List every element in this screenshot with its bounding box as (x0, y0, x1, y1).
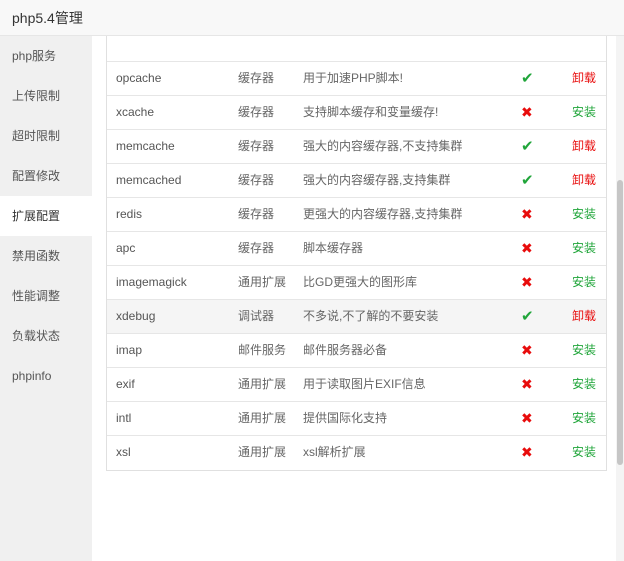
sidebar-item-phpinfo[interactable]: phpinfo (0, 356, 92, 396)
sidebar-item-performance[interactable]: 性能调整 (0, 276, 92, 316)
extension-name: memcached (116, 173, 182, 187)
scrollbar[interactable] (616, 36, 624, 561)
uninstall-link[interactable]: 卸载 (572, 62, 596, 95)
extension-name: opcache (116, 71, 162, 85)
extension-type: 通用扩展 (238, 377, 287, 391)
uninstall-link[interactable]: 卸载 (572, 300, 596, 333)
extension-type: 调试器 (238, 309, 275, 323)
extension-type: 缓存器 (238, 71, 275, 85)
install-link[interactable]: 安装 (572, 96, 596, 129)
table-row: imagemagick 通用扩展 比GD更强大的图形库 ✖ 安装 (107, 265, 606, 299)
scroll-thumb[interactable] (617, 180, 623, 465)
extension-name: xdebug (116, 309, 156, 323)
sidebar-item-disabled-functions[interactable]: 禁用函数 (0, 236, 92, 276)
install-link[interactable]: 安装 (572, 334, 596, 367)
extension-name: memcache (116, 139, 175, 153)
cross-icon: ✖ (521, 274, 533, 290)
install-link[interactable]: 安装 (572, 266, 596, 299)
sidebar-item-extensions[interactable]: 扩展配置 (0, 196, 92, 236)
sidebar-item-php-service[interactable]: php服务 (0, 36, 92, 76)
extension-name: intl (116, 411, 132, 425)
extension-description: 不多说,不了解的不要安装 (303, 309, 439, 323)
cross-icon: ✖ (521, 342, 533, 358)
check-icon: ✔ (521, 138, 534, 155)
cross-icon: ✖ (521, 104, 533, 120)
extension-description: 更强大的内容缓存器,支持集群 (303, 207, 463, 221)
extension-type: 通用扩展 (238, 275, 287, 289)
extension-name: exif (116, 377, 135, 391)
table-row: redis 缓存器 更强大的内容缓存器,支持集群 ✖ 安装 (107, 197, 606, 231)
table-row: opcache 缓存器 用于加速PHP脚本! ✔ 卸载 (107, 61, 606, 95)
extension-description: 强大的内容缓存器,支持集群 (303, 173, 451, 187)
sidebar: php服务 上传限制 超时限制 配置修改 扩展配置 禁用函数 性能调整 负载状态… (0, 36, 92, 561)
table-row: imap 邮件服务 邮件服务器必备 ✖ 安装 (107, 333, 606, 367)
extension-description: 强大的内容缓存器,不支持集群 (303, 139, 463, 153)
extension-type: 缓存器 (238, 173, 275, 187)
install-link[interactable]: 安装 (572, 436, 596, 469)
table-row: xsl 通用扩展 xsl解析扩展 ✖ 安装 (107, 435, 606, 469)
cross-icon: ✖ (521, 206, 533, 222)
table-row-partial (107, 36, 606, 61)
install-link[interactable]: 安装 (572, 198, 596, 231)
extension-description: 提供国际化支持 (303, 411, 388, 425)
sidebar-item-upload-limit[interactable]: 上传限制 (0, 76, 92, 116)
cross-icon: ✖ (521, 410, 533, 426)
check-icon: ✔ (521, 70, 534, 87)
sidebar-item-load-status[interactable]: 负载状态 (0, 316, 92, 356)
extension-name: imap (116, 343, 143, 357)
dialog-title: php5.4管理 (12, 10, 83, 26)
uninstall-link[interactable]: 卸载 (572, 130, 596, 163)
extension-name: xsl (116, 445, 131, 459)
extension-type: 缓存器 (238, 139, 275, 153)
table-row: memcached 缓存器 强大的内容缓存器,支持集群 ✔ 卸载 (107, 163, 606, 197)
extension-description: 支持脚本缓存和变量缓存! (303, 105, 439, 119)
extension-type: 缓存器 (238, 105, 275, 119)
extension-name: imagemagick (116, 275, 187, 289)
cross-icon: ✖ (521, 444, 533, 460)
extension-type: 通用扩展 (238, 445, 287, 459)
cross-icon: ✖ (521, 376, 533, 392)
sidebar-item-timeout-limit[interactable]: 超时限制 (0, 116, 92, 156)
extension-panel: opcache 缓存器 用于加速PHP脚本! ✔ 卸载 xcache 缓存器 支持脚本缓存和变… (92, 36, 624, 561)
cross-icon: ✖ (521, 240, 533, 256)
table-row: memcache 缓存器 强大的内容缓存器,不支持集群 ✔ 卸载 (107, 129, 606, 163)
extension-description: 邮件服务器必备 (303, 343, 388, 357)
check-icon: ✔ (521, 172, 534, 189)
table-row: xdebug 调试器 不多说,不了解的不要安装 ✔ 卸载 (107, 299, 606, 333)
extension-description: 用于加速PHP脚本! (303, 71, 404, 85)
table-row: xcache 缓存器 支持脚本缓存和变量缓存! ✖ 安装 (107, 95, 606, 129)
extension-name: redis (116, 207, 143, 221)
install-link[interactable]: 安装 (572, 368, 596, 401)
sidebar-item-config-edit[interactable]: 配置修改 (0, 156, 92, 196)
table-row: apc 缓存器 脚本缓存器 ✖ 安装 (107, 231, 606, 265)
extension-description: 比GD更强大的图形库 (303, 275, 418, 289)
extension-table: opcache 缓存器 用于加速PHP脚本! ✔ 卸载 xcache 缓存器 支持脚本缓存和变… (106, 36, 607, 471)
extension-description: 脚本缓存器 (303, 241, 364, 255)
dialog-titlebar: php5.4管理 (0, 0, 624, 36)
check-icon: ✔ (521, 308, 534, 325)
table-row: intl 通用扩展 提供国际化支持 ✖ 安装 (107, 401, 606, 435)
uninstall-link[interactable]: 卸载 (572, 164, 596, 197)
extension-name: xcache (116, 105, 155, 119)
extension-description: 用于读取图片EXIF信息 (303, 377, 426, 391)
install-link[interactable]: 安装 (572, 232, 596, 265)
extension-type: 邮件服务 (238, 343, 287, 357)
extension-type: 缓存器 (238, 241, 275, 255)
extension-type: 缓存器 (238, 207, 275, 221)
extension-description: xsl解析扩展 (303, 445, 366, 459)
table-row: exif 通用扩展 用于读取图片EXIF信息 ✖ 安装 (107, 367, 606, 401)
install-link[interactable]: 安装 (572, 402, 596, 435)
extension-type: 通用扩展 (238, 411, 287, 425)
extension-name: apc (116, 241, 136, 255)
